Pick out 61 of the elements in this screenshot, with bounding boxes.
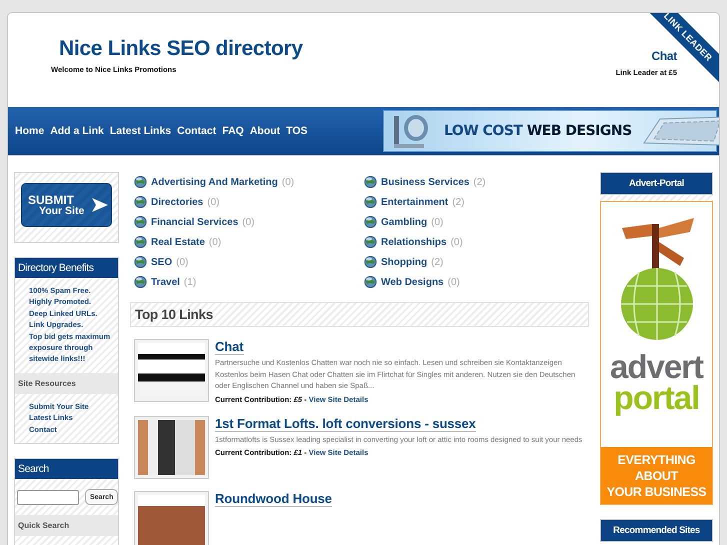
category-link[interactable]: Advertising And Marketing	[151, 176, 278, 188]
category-link[interactable]: Gambling	[381, 216, 428, 228]
link-count: (0)	[448, 276, 460, 288]
category-link[interactable]: Relationships	[381, 236, 447, 248]
section-heading: Site Resources	[15, 372, 118, 394]
nav-link[interactable]: Latest Links	[110, 125, 172, 137]
link-count: (0)	[176, 256, 188, 268]
link-count: (2)	[452, 196, 464, 208]
banner-text: LOW COST WEB DESIGNS	[444, 123, 632, 139]
link-count: (2)	[431, 256, 444, 268]
globe-icon	[134, 276, 147, 288]
featured-link[interactable]: Chat	[652, 49, 677, 63]
globe-icon	[134, 216, 147, 228]
web-design-banner[interactable]: LOW COST WEB DESIGNS	[383, 110, 717, 152]
category-link[interactable]: Travel	[151, 276, 180, 288]
globe-icon	[134, 176, 147, 188]
globe-icon	[364, 176, 377, 188]
panel-heading: Directory Benefits	[15, 258, 118, 278]
globe-icon	[134, 236, 147, 248]
category-link[interactable]: Directories	[151, 196, 204, 208]
category-link[interactable]: SEO	[151, 256, 172, 268]
category-link[interactable]: Business Services	[381, 176, 470, 188]
globe-icon	[364, 256, 377, 268]
link-title[interactable]: Chat	[215, 339, 244, 355]
globe-icon	[364, 216, 377, 228]
nav-link[interactable]: TOS	[286, 125, 308, 137]
advert-banner[interactable]: advert portal EVERYTHING ABOUT YOUR BUSINESS	[600, 201, 713, 505]
link-count: (0)	[208, 236, 222, 248]
globe-icon	[364, 276, 377, 288]
search-field[interactable]	[17, 490, 79, 505]
panel-heading: Recommended Sites	[600, 519, 713, 542]
submit-site-button[interactable]: SUBMIT Your Site	[21, 183, 112, 227]
link-count: (1)	[184, 276, 196, 288]
nav-link[interactable]: Contact	[177, 125, 216, 137]
globe-icon	[134, 196, 147, 208]
link-title[interactable]: 1st Format Lofts. loft conversions - sussex	[215, 416, 476, 432]
link-count: (0)	[282, 176, 294, 188]
nav-link[interactable]: FAQ	[222, 125, 244, 137]
category-link[interactable]: Real Estate	[151, 236, 205, 248]
section-heading: Top 10 Links	[130, 302, 589, 327]
globe-icon	[364, 196, 377, 208]
nav-link[interactable]: About	[250, 125, 280, 137]
link-count: (0)	[431, 216, 444, 228]
panel-heading: Search	[15, 459, 118, 480]
category-link[interactable]: Web Designs	[381, 276, 444, 288]
globe-icon	[364, 236, 377, 248]
link-count: (2)	[473, 176, 486, 188]
arrow-icon	[92, 198, 108, 212]
section-heading: Quick Search	[15, 515, 118, 536]
nav-link[interactable]: Add a Link	[50, 125, 104, 137]
category-link[interactable]: Entertainment	[381, 196, 448, 208]
link-count: (0)	[207, 196, 220, 208]
site-title: Nice Links SEO directory	[58, 37, 303, 61]
link-count: (0)	[242, 216, 255, 228]
link-title[interactable]: Roundwood House	[215, 490, 332, 506]
category-link[interactable]: Financial Services	[151, 216, 238, 228]
nav-link[interactable]: Home	[15, 125, 44, 137]
category-link[interactable]: Shopping	[381, 256, 428, 268]
link-count: (0)	[450, 236, 463, 248]
globe-icon	[134, 256, 147, 268]
panel-heading: Advert-Portal	[600, 172, 713, 195]
